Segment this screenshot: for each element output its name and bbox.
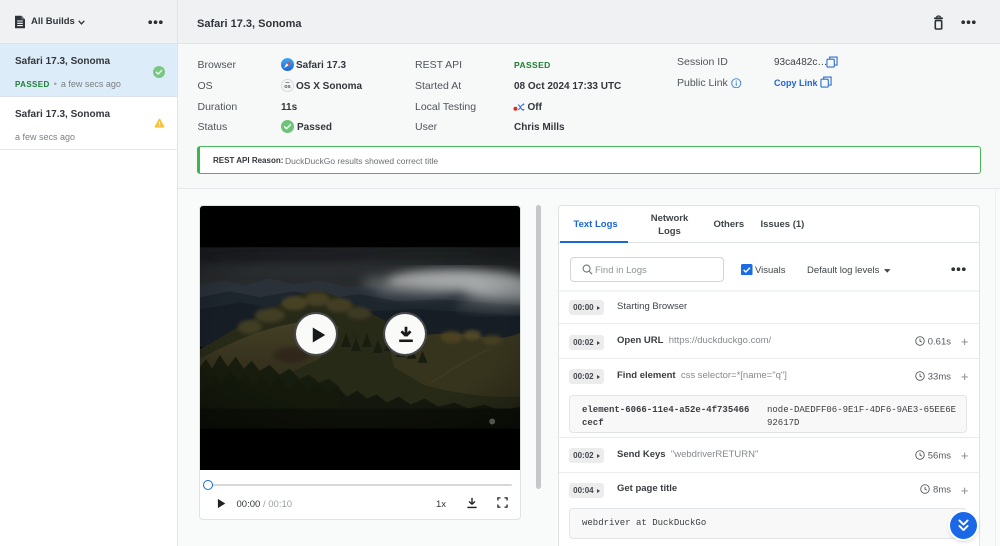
svg-text:os: os bbox=[284, 84, 291, 90]
